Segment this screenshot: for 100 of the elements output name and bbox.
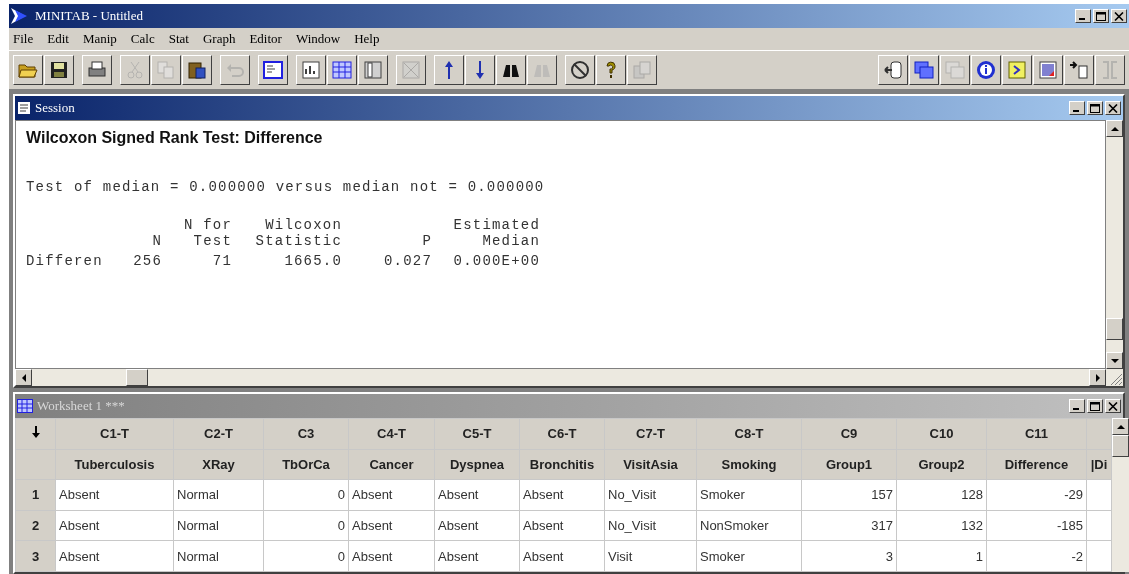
table-cell: 157 xyxy=(801,479,897,511)
toolbar-button[interactable] xyxy=(358,55,388,85)
column-name[interactable]: Smoking xyxy=(696,449,802,480)
column-name[interactable]: VisitAsia xyxy=(604,449,697,480)
column-name[interactable]: Tuberculosis xyxy=(55,449,174,480)
table-cell: Absent xyxy=(434,479,520,511)
column-name[interactable]: Difference xyxy=(986,449,1087,480)
scroll-thumb[interactable] xyxy=(126,369,148,386)
toolbar-button[interactable] xyxy=(496,55,526,85)
column-id[interactable]: C8-T xyxy=(696,418,802,450)
menu-item[interactable]: File xyxy=(13,31,34,47)
column-name[interactable]: Bronchitis xyxy=(519,449,605,480)
close-button[interactable] xyxy=(1105,101,1121,115)
window-title: Session xyxy=(35,100,75,116)
table-cell: NonSmoker xyxy=(696,510,802,541)
column-id[interactable]: C10 xyxy=(896,418,987,450)
toolbar-button[interactable] xyxy=(565,55,595,85)
window-title: Worksheet 1 *** xyxy=(37,398,125,414)
header-cell[interactable] xyxy=(1086,418,1112,450)
scrollbar[interactable] xyxy=(1106,120,1123,369)
column-id[interactable]: C6-T xyxy=(519,418,605,450)
toolbar-button[interactable] xyxy=(1002,55,1032,85)
toolbar-button[interactable] xyxy=(434,55,464,85)
row-number[interactable]: 2 xyxy=(15,510,56,541)
table-cell: 132 xyxy=(896,510,987,541)
toolbar-button[interactable] xyxy=(82,55,112,85)
report-icon xyxy=(882,59,904,81)
row-number[interactable]: 3 xyxy=(15,540,56,572)
column-name[interactable]: Dyspnea xyxy=(434,449,520,480)
toolbar-button[interactable] xyxy=(182,55,212,85)
toolbar-button[interactable] xyxy=(971,55,1001,85)
table-cell: 0 xyxy=(263,510,349,541)
menu-item[interactable]: Manip xyxy=(82,31,117,47)
maximize-button[interactable] xyxy=(1087,101,1103,115)
scroll-up-button[interactable] xyxy=(1106,120,1123,137)
column-id[interactable]: C2-T xyxy=(173,418,264,450)
menu-item[interactable]: Calc xyxy=(130,31,155,47)
scroll-right-button[interactable] xyxy=(1089,369,1106,386)
table-cell: 317 xyxy=(801,510,897,541)
toolbar-button[interactable] xyxy=(465,55,495,85)
column-header: N xyxy=(152,233,162,249)
column-name[interactable]: Cancer xyxy=(348,449,435,480)
column-id[interactable]: C4-T xyxy=(348,418,435,450)
table-cell: 3 xyxy=(801,540,897,572)
scroll-down-button[interactable] xyxy=(1106,352,1123,369)
row-number[interactable]: 1 xyxy=(15,479,56,511)
scrollbar[interactable] xyxy=(15,369,1123,386)
up-arrow-icon xyxy=(1110,124,1119,133)
window-icon xyxy=(262,59,284,81)
menu-item[interactable]: Window xyxy=(295,31,341,47)
table-cell: Normal xyxy=(173,510,264,541)
column-id[interactable]: C5-T xyxy=(434,418,520,450)
toolbar-button[interactable] xyxy=(296,55,326,85)
menu-item[interactable]: Stat xyxy=(168,31,189,47)
column-id[interactable]: C11 xyxy=(986,418,1087,450)
scroll-left-button[interactable] xyxy=(15,369,32,386)
toolbar-button[interactable] xyxy=(258,55,288,85)
header-cell[interactable] xyxy=(15,418,56,450)
minimize-button[interactable] xyxy=(1075,9,1091,23)
arrow-document-icon xyxy=(1068,59,1090,81)
table-cell: No_Visit xyxy=(604,479,697,511)
close-icon xyxy=(1108,401,1118,411)
folders-icon xyxy=(913,59,935,81)
maximize-button[interactable] xyxy=(1093,9,1109,23)
scroll-thumb[interactable] xyxy=(1106,318,1123,340)
menu-item[interactable]: Edit xyxy=(47,31,69,47)
menu-item[interactable]: Help xyxy=(354,31,380,47)
close-button[interactable] xyxy=(1111,9,1127,23)
column-id[interactable]: C9 xyxy=(801,418,897,450)
toolbar-button[interactable] xyxy=(1064,55,1094,85)
table-cell: -29 xyxy=(986,479,1087,511)
column-name[interactable]: Group1 xyxy=(801,449,897,480)
menu-item[interactable]: Graph xyxy=(202,31,236,47)
scroll-thumb[interactable] xyxy=(1112,435,1129,457)
toolbar-button[interactable] xyxy=(1033,55,1063,85)
cancel-icon xyxy=(569,59,591,81)
toolbar-button[interactable] xyxy=(44,55,74,85)
toolbar-button[interactable] xyxy=(327,55,357,85)
minimize-button[interactable] xyxy=(1069,101,1085,115)
toolbar-button[interactable] xyxy=(878,55,908,85)
output-value: 1665.0 xyxy=(283,253,342,269)
scrollbar[interactable] xyxy=(1112,418,1129,572)
clipboard-icon xyxy=(186,59,208,81)
toolbar-button[interactable] xyxy=(13,55,43,85)
column-id[interactable]: C3 xyxy=(263,418,349,450)
stack-icon xyxy=(631,59,653,81)
table-cell: Absent xyxy=(348,479,435,511)
toolbar-button[interactable] xyxy=(596,55,626,85)
column-id[interactable]: C7-T xyxy=(604,418,697,450)
toolbar-button[interactable] xyxy=(909,55,939,85)
scroll-up-button[interactable] xyxy=(1112,418,1129,435)
table-cell: Absent xyxy=(55,510,174,541)
output-value: 71 xyxy=(211,253,232,269)
menu-item[interactable]: Editor xyxy=(249,31,282,47)
column-name[interactable]: TbOrCa xyxy=(263,449,349,480)
header-cell[interactable] xyxy=(15,449,56,480)
table-cell: -185 xyxy=(986,510,1087,541)
column-name[interactable]: XRay xyxy=(173,449,264,480)
column-name[interactable]: Group2 xyxy=(896,449,987,480)
column-id[interactable]: C1-T xyxy=(55,418,174,450)
